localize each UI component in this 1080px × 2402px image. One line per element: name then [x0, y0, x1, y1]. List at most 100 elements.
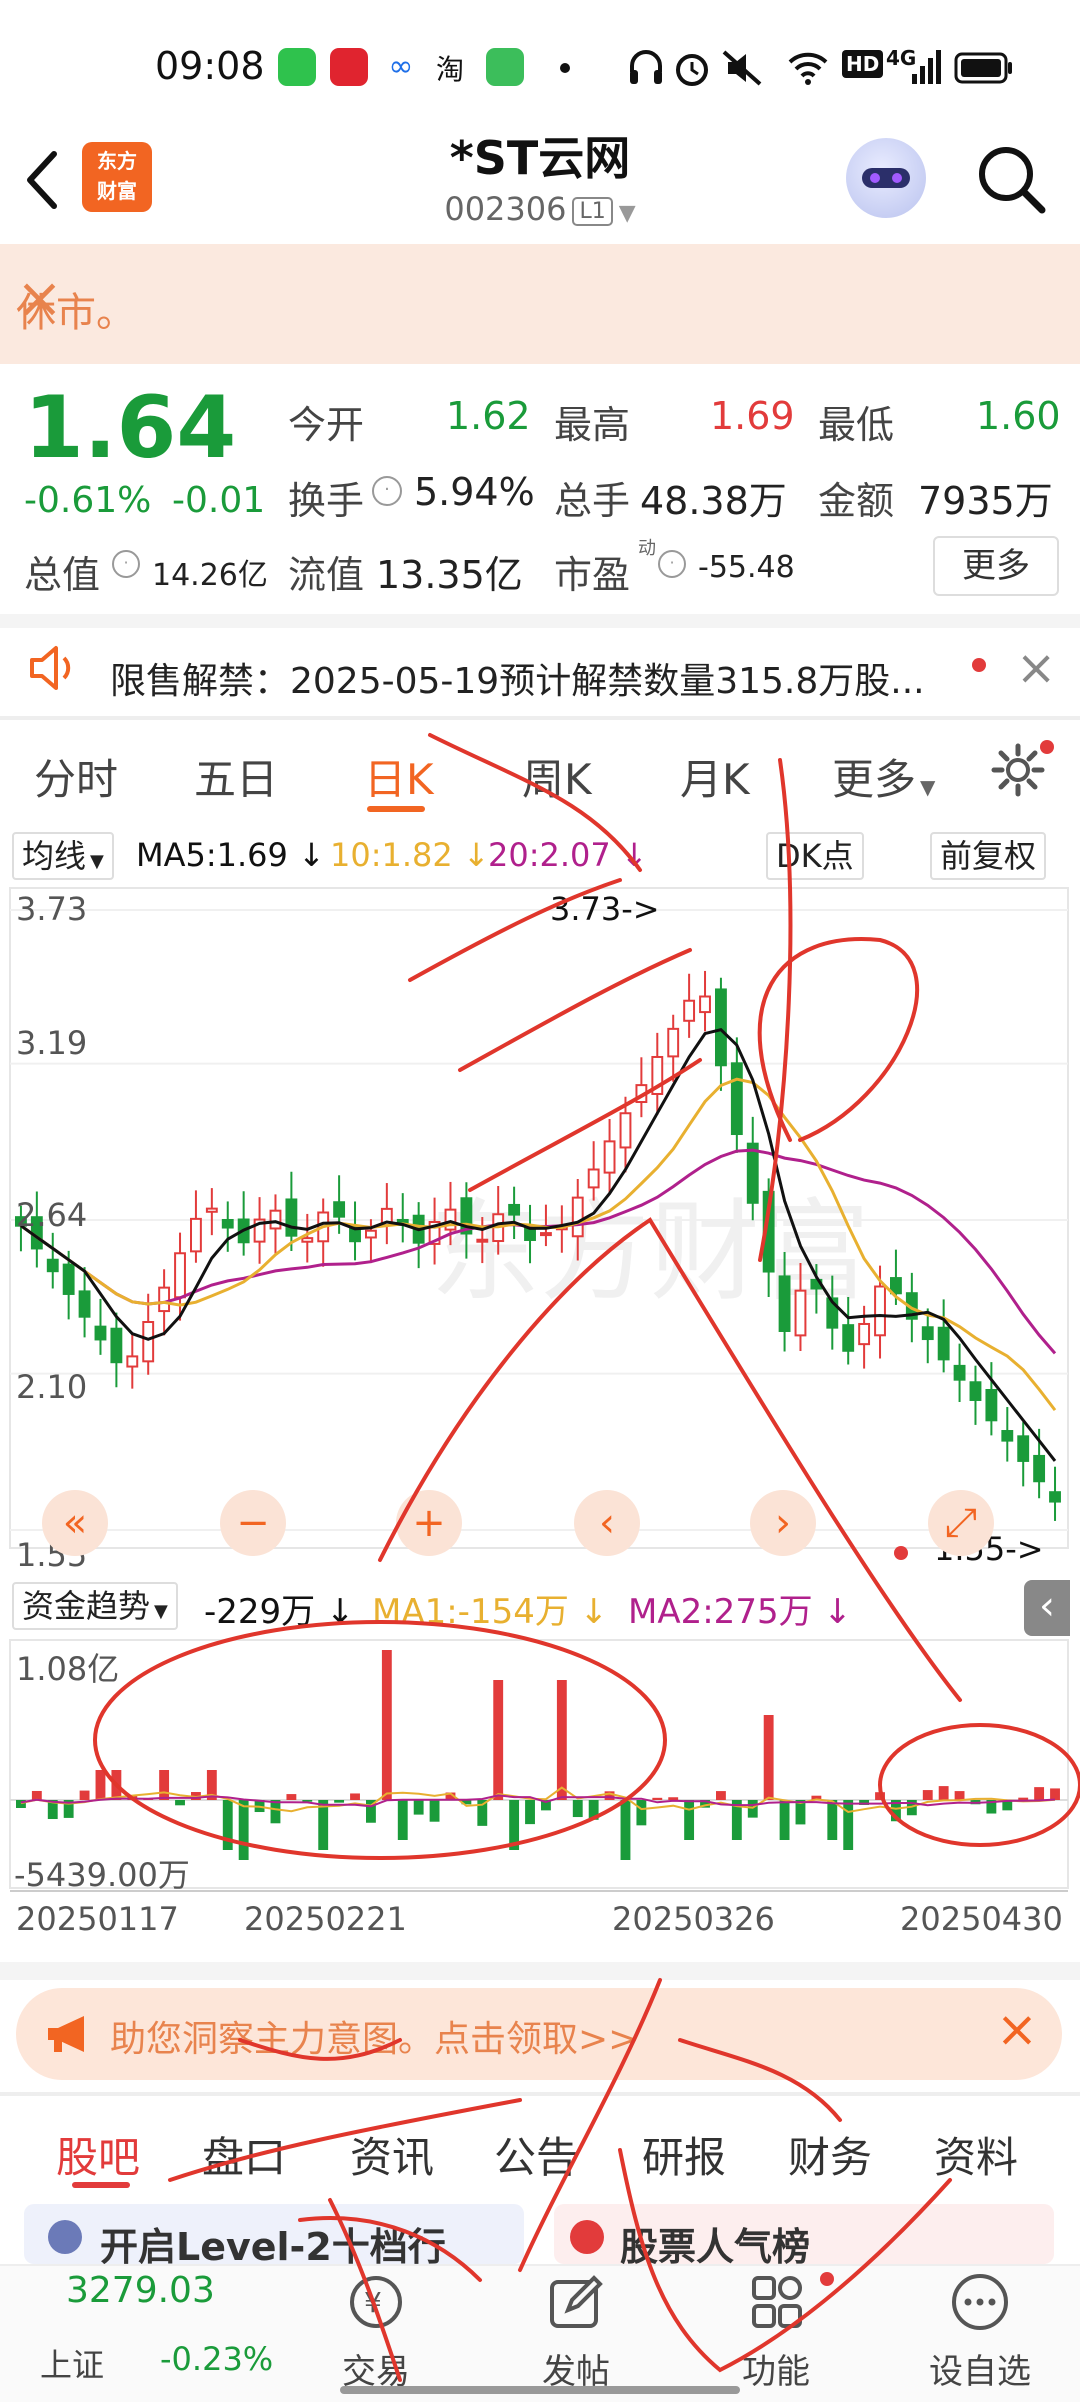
candle — [985, 1388, 998, 1422]
function-grid-icon[interactable] — [748, 2272, 808, 2332]
app-notification-icon — [278, 48, 316, 86]
chevron-down-icon: ▼ — [618, 201, 636, 226]
fund-max-label: 1.08亿 — [16, 1650, 120, 1688]
chevron-down-icon: ▼ — [90, 851, 104, 872]
info-icon[interactable]: · — [372, 476, 402, 506]
fullscreen-button[interactable]: ⤢ — [928, 1490, 994, 1556]
fund-value: -229万 ↓ — [204, 1592, 355, 1632]
close-icon[interactable]: × — [1016, 640, 1056, 696]
info-icon[interactable]: · — [112, 550, 140, 578]
tab-more[interactable]: 更多 ▼ — [832, 746, 935, 807]
tab-announcements[interactable]: 公告 — [494, 2124, 578, 2185]
fund-bar — [938, 1786, 949, 1800]
candle — [333, 1201, 346, 1218]
fund-ma1: MA1:-154万 ↓ — [372, 1592, 609, 1632]
post-edit-icon[interactable] — [546, 2272, 606, 2332]
info-icon[interactable]: · — [658, 550, 686, 578]
high-marker: 3.73-> — [550, 890, 660, 928]
open-value: 1.62 — [446, 394, 531, 438]
unread-dot — [972, 658, 986, 672]
app-notification-icon: ∞ — [382, 48, 420, 86]
fund-ma2: MA2:275万 ↓ — [628, 1592, 852, 1632]
fund-bar — [222, 1800, 233, 1850]
unlock-notice-text[interactable]: 限售解禁：2025-05-19预计解禁数量315.8万股... — [110, 652, 925, 704]
candle — [158, 1286, 171, 1313]
settings-gear-icon[interactable] — [990, 742, 1046, 798]
candle — [842, 1324, 855, 1352]
fund-bar — [334, 1800, 345, 1803]
popularity-card-text: 股票人气榜 — [620, 2225, 811, 2264]
fund-bar — [270, 1800, 281, 1824]
robot-assistant-icon[interactable] — [846, 138, 926, 218]
ma-selector[interactable]: 均线 ▼ — [12, 832, 114, 880]
fund-bar — [493, 1680, 504, 1800]
candle — [540, 1232, 552, 1237]
date-label: 20250221 — [244, 1900, 407, 1938]
ma10-value: 10:1.82 ↓ — [330, 836, 490, 874]
float-mcap-label: 流值 — [288, 553, 365, 597]
fund-bar — [556, 1680, 567, 1800]
candle — [205, 1207, 218, 1213]
scroll-left-fast-button[interactable]: « — [42, 1490, 108, 1556]
unread-dot — [820, 2272, 834, 2286]
fund-bar — [922, 1790, 933, 1800]
tab-news[interactable]: 资讯 — [350, 2124, 434, 2185]
pe-dynamic-mark: 动 — [638, 538, 656, 559]
fund-bar — [763, 1715, 774, 1800]
tab-pankou[interactable]: 盘口 — [202, 2124, 286, 2185]
tab-weekly-k[interactable]: 周K — [522, 746, 592, 807]
tab-daily-k[interactable]: 日K — [364, 746, 434, 807]
more-chat-icon[interactable] — [950, 2272, 1010, 2332]
indicator-selector[interactable]: 资金趋势 ▼ — [12, 1582, 178, 1630]
close-icon[interactable]: × — [16, 266, 1050, 331]
search-icon[interactable] — [976, 144, 1048, 216]
popularity-card[interactable]: 股票人气榜 — [554, 2204, 1054, 2264]
candle — [1017, 1435, 1030, 1462]
dk-point-button[interactable]: DK点 — [766, 832, 864, 880]
tab-guba[interactable]: 股吧 — [56, 2124, 140, 2185]
date-label: 20250430 — [900, 1900, 1063, 1938]
level2-card-text: 开启Level-2十档行 — [100, 2225, 446, 2264]
candle — [365, 1229, 377, 1239]
promo-banner[interactable]: 助您洞察主力意图。点击领取>> × — [16, 1988, 1062, 2080]
scroll-left-button[interactable]: ‹ — [574, 1490, 640, 1556]
collapse-panel-button[interactable]: ‹ — [1024, 1580, 1070, 1636]
mute-icon — [722, 50, 762, 86]
candle — [190, 1217, 202, 1253]
index-value[interactable]: 3279.03 — [66, 2270, 215, 2311]
more-quote-button[interactable]: 更多 — [933, 536, 1059, 596]
scroll-right-button[interactable]: › — [750, 1490, 816, 1556]
tab-finance[interactable]: 财务 — [788, 2124, 872, 2185]
candle — [1001, 1430, 1014, 1442]
tab-profile[interactable]: 资料 — [934, 2124, 1018, 2185]
nav-add-watchlist-label[interactable]: 设自选 — [880, 2344, 1080, 2393]
fund-bar — [843, 1800, 854, 1850]
zoom-in-button[interactable]: + — [396, 1490, 462, 1556]
tab-research[interactable]: 研报 — [642, 2124, 726, 2185]
candle — [221, 1218, 234, 1229]
trade-icon[interactable]: ¥ — [346, 2272, 406, 2332]
fund-bar — [95, 1770, 106, 1800]
fund-bar — [747, 1800, 758, 1818]
kline-chart[interactable]: 东方财富 — [0, 880, 1080, 1560]
candle — [619, 1112, 632, 1149]
high-label: 最高 — [554, 403, 631, 447]
active-tab-indicator — [72, 2182, 130, 2188]
ma20-value: 20:2.07 ↓ — [488, 836, 648, 874]
fund-bar — [668, 1797, 679, 1800]
fund-bar — [779, 1800, 790, 1840]
candle — [715, 988, 727, 1067]
candle — [635, 1084, 648, 1104]
close-icon[interactable]: × — [996, 2000, 1038, 2058]
tab-five-day[interactable]: 五日 — [194, 746, 278, 807]
turnover-label: 换手 — [288, 479, 365, 523]
unread-dot — [1040, 740, 1054, 754]
tab-intraday[interactable]: 分时 — [34, 746, 118, 807]
level2-card[interactable]: 开启Level-2十档行 — [24, 2204, 524, 2264]
zoom-out-button[interactable]: − — [220, 1490, 286, 1556]
wifi-icon — [788, 52, 828, 85]
fund-bar — [429, 1800, 440, 1822]
tab-monthly-k[interactable]: 月K — [680, 746, 750, 807]
price-adjust-button[interactable]: 前复权 — [930, 832, 1047, 880]
active-tab-indicator — [367, 806, 425, 812]
